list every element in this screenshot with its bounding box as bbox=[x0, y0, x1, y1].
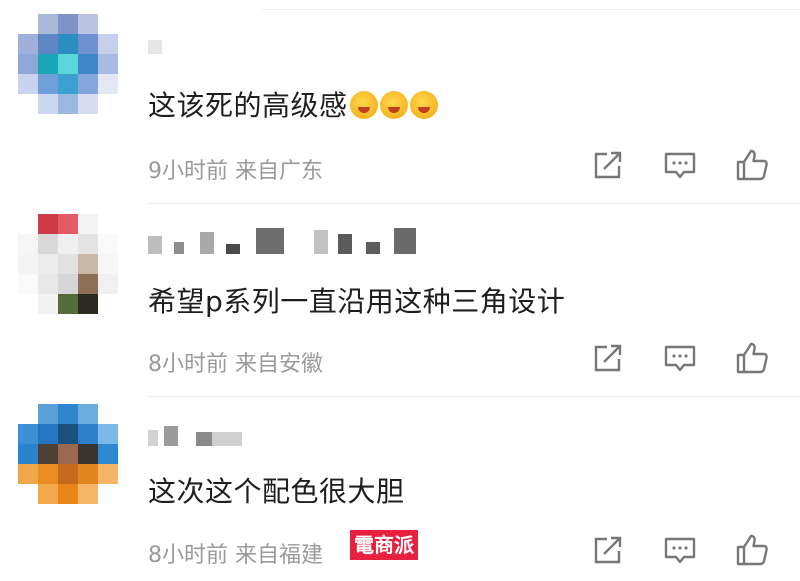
comment-location: 来自广东 bbox=[235, 159, 324, 184]
comment-meta: 8小时前 来自安徽 bbox=[148, 346, 323, 378]
reply-button[interactable] bbox=[660, 145, 700, 185]
grinning-emoji bbox=[379, 91, 408, 119]
share-icon bbox=[594, 151, 622, 179]
watermark-logo: 電商派 bbox=[350, 530, 418, 560]
comment-text: 希望p系列一直沿用这种三角设计 bbox=[148, 280, 565, 320]
comment-time: 8小时前 bbox=[148, 352, 228, 377]
share-icon bbox=[594, 344, 622, 372]
comment-divider bbox=[148, 203, 800, 204]
comment-meta: 8小时前 来自福建 bbox=[148, 537, 323, 569]
comment-time: 8小时前 bbox=[148, 543, 228, 568]
comment-location: 来自安徽 bbox=[235, 352, 324, 377]
like-button[interactable] bbox=[732, 338, 772, 378]
comment-text-content: 这该死的高级感 bbox=[148, 89, 348, 122]
comment-actions bbox=[588, 145, 800, 185]
share-button[interactable] bbox=[588, 530, 628, 570]
comment-meta: 9小时前 来自广东 bbox=[148, 153, 323, 185]
thumbs-up-icon bbox=[736, 342, 768, 374]
laughing-crying-emoji bbox=[349, 91, 378, 119]
comment-text: 这次这个配色很大胆 bbox=[148, 470, 405, 510]
username-redacted[interactable] bbox=[148, 426, 242, 446]
comment-text-content: 希望p系列一直沿用这种三角设计 bbox=[148, 285, 566, 318]
comment-location: 来自福建 bbox=[235, 543, 324, 568]
username-redacted[interactable] bbox=[148, 40, 162, 54]
grinning-emoji bbox=[409, 91, 438, 119]
thumbs-up-icon bbox=[736, 149, 768, 181]
comment-icon bbox=[664, 537, 696, 564]
reply-button[interactable] bbox=[660, 530, 700, 570]
avatar[interactable] bbox=[18, 214, 118, 314]
username-redacted[interactable] bbox=[148, 228, 416, 254]
comment-icon bbox=[664, 152, 696, 179]
share-button[interactable] bbox=[588, 145, 628, 185]
top-divider bbox=[262, 0, 800, 10]
comment-divider bbox=[148, 396, 800, 397]
thumbs-up-icon bbox=[736, 534, 768, 566]
like-button[interactable] bbox=[732, 145, 772, 185]
comment-actions bbox=[588, 338, 800, 378]
comment-actions bbox=[588, 530, 800, 570]
avatar[interactable] bbox=[18, 14, 118, 114]
reply-button[interactable] bbox=[660, 338, 700, 378]
comment-text: 这该死的高级感 bbox=[148, 84, 438, 124]
comment-icon bbox=[664, 345, 696, 372]
comment-time: 9小时前 bbox=[148, 159, 228, 184]
share-icon bbox=[594, 536, 622, 564]
like-button[interactable] bbox=[732, 530, 772, 570]
avatar[interactable] bbox=[18, 404, 118, 504]
share-button[interactable] bbox=[588, 338, 628, 378]
comment-text-content: 这次这个配色很大胆 bbox=[148, 475, 405, 508]
